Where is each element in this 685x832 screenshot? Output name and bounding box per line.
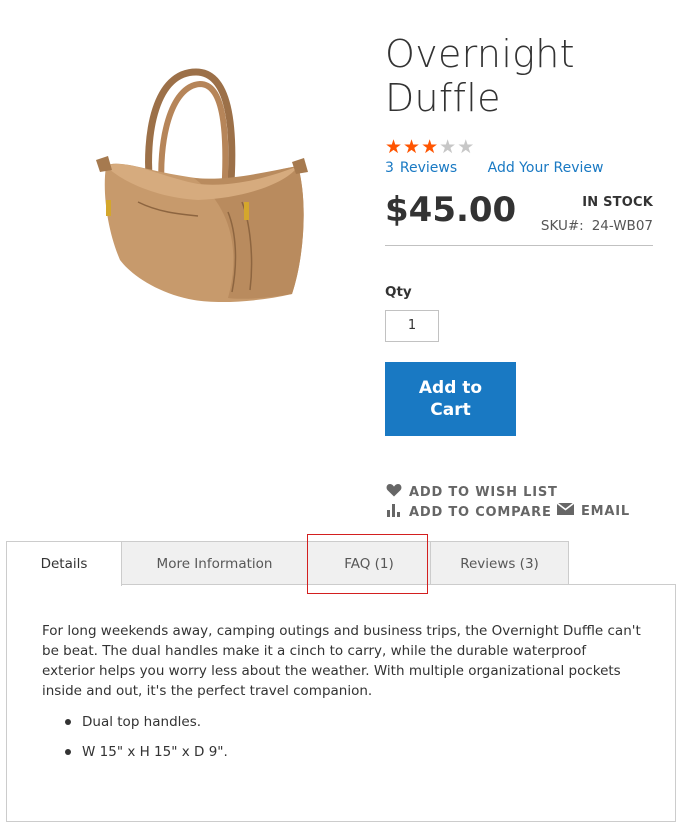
- reviews-count: 3: [385, 160, 394, 176]
- product-title: Overnight Duffle: [385, 32, 665, 120]
- stock-status: IN STOCK: [582, 195, 653, 210]
- add-to-wishlist-link[interactable]: ADD TO WISH LIST: [386, 483, 558, 501]
- reviews-row: 3 Reviews Add Your Review: [385, 159, 603, 177]
- star-icon: ★: [439, 136, 457, 158]
- sku: SKU#: 24-WB07: [541, 218, 653, 234]
- add-review-link[interactable]: Add Your Review: [488, 159, 604, 177]
- email-label: EMAIL: [581, 503, 630, 519]
- highlight-box: [307, 534, 428, 594]
- add-to-cart-button[interactable]: Add to Cart: [385, 362, 516, 436]
- product-title-line1: Overnight: [385, 32, 575, 76]
- qty-input[interactable]: 1: [385, 310, 439, 342]
- duffle-bag-image: [96, 68, 308, 302]
- reviews-label: Reviews: [399, 160, 458, 176]
- envelope-icon: [556, 502, 575, 519]
- reviews-link[interactable]: 3 Reviews: [385, 159, 457, 177]
- add-to-compare-link[interactable]: ADD TO COMPARE: [386, 503, 552, 521]
- star-icon: ★: [385, 136, 403, 158]
- sku-value: 24-WB07: [591, 218, 653, 234]
- divider: [385, 245, 653, 246]
- list-item: Dual top handles.: [62, 712, 228, 732]
- tab-reviews[interactable]: Reviews (3): [430, 541, 569, 585]
- star-icon: ★: [403, 136, 421, 158]
- email-link[interactable]: EMAIL: [556, 502, 630, 519]
- product-title-line2: Duffle: [385, 76, 501, 120]
- qty-label: Qty: [385, 284, 412, 300]
- product-image[interactable]: [78, 62, 314, 308]
- tab-content-details: For long weekends away, camping outings …: [6, 584, 676, 822]
- sku-label: SKU#:: [540, 218, 584, 234]
- bar-chart-icon: [386, 503, 402, 521]
- tab-more-information[interactable]: More Information: [121, 541, 308, 585]
- wishlist-label: ADD TO WISH LIST: [409, 484, 558, 500]
- list-item: W 15" x H 15" x D 9".: [62, 742, 228, 762]
- rating-stars: ★ ★ ★ ★ ★: [385, 138, 474, 157]
- heart-icon: [386, 483, 402, 501]
- product-price: $45.00: [385, 190, 517, 230]
- feature-list: Dual top handles. W 15" x H 15" x D 9".: [62, 712, 228, 772]
- product-description: For long weekends away, camping outings …: [42, 623, 641, 699]
- star-icon: ★: [421, 136, 439, 158]
- star-icon: ★: [457, 136, 475, 158]
- compare-label: ADD TO COMPARE: [409, 504, 552, 520]
- tab-details[interactable]: Details: [6, 541, 122, 586]
